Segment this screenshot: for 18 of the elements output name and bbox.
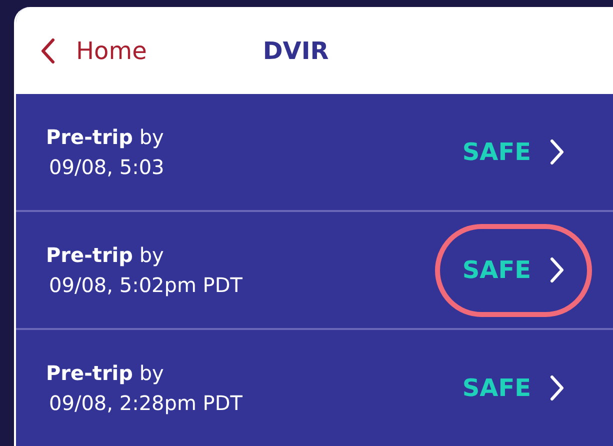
report-row[interactable]: Pre-trip by 09/08, 5:03 SAFE	[16, 94, 613, 212]
report-time: 09/08, 5:03	[48, 155, 164, 179]
status-button[interactable]: SAFE	[435, 106, 592, 198]
status-button[interactable]: SAFE	[435, 342, 592, 434]
page-title: DVIR	[262, 36, 329, 64]
report-row[interactable]: Pre-trip by 09/08, 2:28pm PDT SAFE	[16, 330, 613, 446]
report-time: 09/08, 2:28pm PDT	[48, 391, 242, 415]
report-time: 09/08, 5:02pm PDT	[48, 273, 242, 297]
report-title: Pre-trip by	[46, 243, 165, 267]
report-title: Pre-trip by	[46, 125, 164, 149]
status-button[interactable]: SAFE	[435, 224, 592, 316]
back-button[interactable]: Home	[40, 36, 147, 64]
back-chevron-icon	[40, 38, 56, 64]
report-title: Pre-trip by	[46, 361, 165, 385]
chevron-right-icon	[549, 139, 565, 165]
report-row[interactable]: Pre-trip by 09/08, 5:02pm PDT SAFE	[16, 212, 613, 330]
chevron-right-icon	[549, 257, 565, 283]
chevron-right-icon	[549, 375, 565, 401]
